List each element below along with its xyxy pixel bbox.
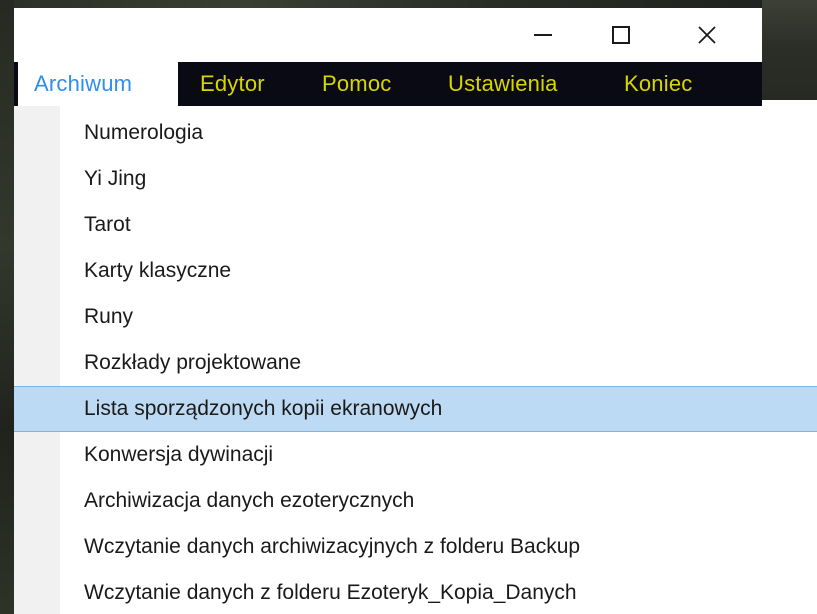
menuitem-runy[interactable]: Runy	[14, 294, 817, 340]
title-bar	[14, 8, 762, 62]
maximize-button[interactable]	[598, 8, 644, 62]
menuitem-konwersja-dywinacji[interactable]: Konwersja dywinacji	[14, 432, 817, 478]
desktop-background-right	[762, 0, 817, 100]
menuitem-archiwizacja-danych[interactable]: Archiwizacja danych ezoterycznych	[14, 478, 817, 524]
menuitem-wczytanie-kopia-danych[interactable]: Wczytanie danych z folderu Ezoteryk_Kopi…	[14, 570, 817, 614]
app-root: Archiwum Edytor Pomoc Ustawienia Koniec …	[0, 0, 817, 614]
menuitem-rozklady-projektowane[interactable]: Rozkłady projektowane	[14, 340, 817, 386]
desktop-background-left	[0, 0, 14, 614]
menuitem-lista-kopii-ekranowych[interactable]: Lista sporządzonych kopii ekranowych	[14, 386, 817, 432]
menu-pomoc[interactable]: Pomoc	[322, 62, 391, 106]
menu-edytor[interactable]: Edytor	[200, 62, 265, 106]
menu-bar: Archiwum Edytor Pomoc Ustawienia Koniec	[14, 62, 762, 106]
minimize-icon	[534, 34, 552, 36]
menu-archiwum[interactable]: Archiwum	[18, 62, 178, 106]
menuitem-numerologia[interactable]: Numerologia	[14, 110, 817, 156]
menu-koniec[interactable]: Koniec	[624, 62, 692, 106]
minimize-button[interactable]	[520, 8, 566, 62]
close-icon	[698, 26, 716, 44]
maximize-icon	[612, 26, 630, 44]
menuitem-tarot[interactable]: Tarot	[14, 202, 817, 248]
menuitem-karty-klasyczne[interactable]: Karty klasyczne	[14, 248, 817, 294]
menu-ustawienia[interactable]: Ustawienia	[448, 62, 558, 106]
desktop-background	[0, 0, 817, 8]
menuitem-yi-jing[interactable]: Yi Jing	[14, 156, 817, 202]
close-button[interactable]	[684, 8, 730, 62]
menuitem-wczytanie-backup[interactable]: Wczytanie danych archiwizacyjnych z fold…	[14, 524, 817, 570]
archiwum-dropdown-menu: Numerologia Yi Jing Tarot Karty klasyczn…	[14, 106, 817, 614]
